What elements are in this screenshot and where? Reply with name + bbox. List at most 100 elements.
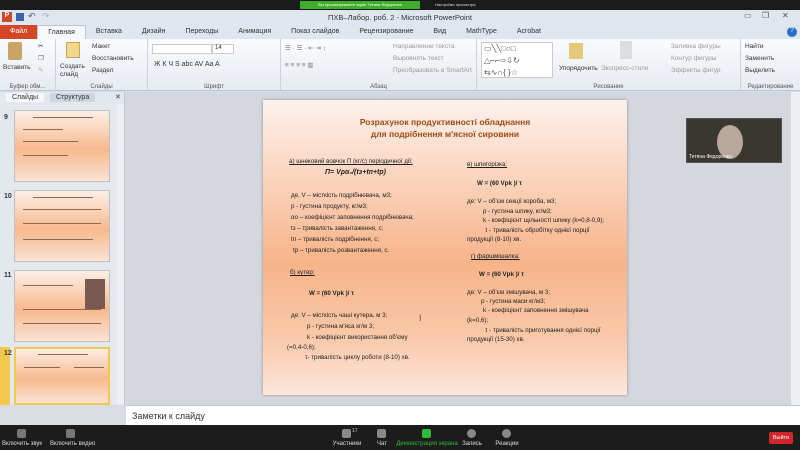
slide-thumbnail[interactable] xyxy=(14,270,110,342)
record-icon[interactable] xyxy=(467,429,476,438)
text-line: tр – тривалість розвантаження, с. xyxy=(293,247,390,254)
text-line: k - коефіцієнт використання об'єму xyxy=(307,334,408,341)
align-text-button[interactable]: Выровнять текст xyxy=(393,55,444,62)
text-line: tп – тривалість подрібнення, с; xyxy=(291,236,380,243)
editor-scrollbar[interactable] xyxy=(791,92,800,405)
tab-animations[interactable]: Анимация xyxy=(228,25,281,39)
tab-file[interactable]: Файл xyxy=(0,25,38,39)
drawing-label: Рисование xyxy=(593,84,624,90)
text-direction-button[interactable]: Направление текста xyxy=(393,43,455,50)
slide-canvas[interactable]: Розрахунок продуктивності обладнання для… xyxy=(263,100,627,395)
clipboard-group: Вставить ✂ ❐ ✎ Буфер обм... xyxy=(0,39,56,91)
slide-title-line: для подрібнення м'ясної сировини xyxy=(370,129,520,139)
text-line: p - густина м'яса кг/м 3; xyxy=(307,323,375,330)
text-line: τ- тривалість циклу роботи (8-10) хв. xyxy=(305,354,410,361)
tab-acrobat[interactable]: Acrobat xyxy=(507,25,551,39)
layout-button[interactable]: Макет xyxy=(92,43,110,50)
slide-thumbnail-selected[interactable] xyxy=(14,347,110,405)
copy-icon[interactable]: ❐ xyxy=(38,54,44,62)
tab-transitions[interactable]: Переходы xyxy=(175,25,228,39)
tab-slideshow[interactable]: Показ слайдов xyxy=(281,25,349,39)
font-format-buttons[interactable]: Ж К Ч S abc AV Aa A xyxy=(154,61,220,68)
share-banner: Вы просматриваете экран Тетяна Федоренко xyxy=(300,1,420,9)
arrange-button[interactable]: Упорядочить xyxy=(559,65,598,72)
shape-outline-button[interactable]: Контур фигуры xyxy=(671,55,716,62)
slides-panel: Слайды Структура ✕ 9 10 11 12 xyxy=(0,92,125,405)
tab-mathtype[interactable]: MathType xyxy=(456,25,507,39)
text-line: k - коефіцієнт заповнення змішувача xyxy=(483,307,589,314)
tab-review[interactable]: Рецензирование xyxy=(349,25,423,39)
participant-video-tile[interactable]: Тетяна Федоренко xyxy=(686,118,782,163)
participant-name: Тетяна Федоренко xyxy=(689,154,732,160)
quick-styles-icon[interactable] xyxy=(620,41,632,59)
font-size-input[interactable]: 14 xyxy=(212,44,234,54)
section-a-formula: П= Vρα₀/(tз+tп+tр) xyxy=(325,169,386,176)
shape-fill-button[interactable]: Заливка фигуры xyxy=(671,43,721,50)
cut-icon[interactable]: ✂ xyxy=(38,42,43,50)
text-line: (=0,4-0,6); xyxy=(287,344,316,351)
list-buttons[interactable]: ☰ · ☰ · ⇤ ⇥ ↕ xyxy=(285,44,326,52)
restore-button[interactable]: ❐ xyxy=(762,11,769,20)
tab-outline[interactable]: Структура xyxy=(50,93,96,102)
microphone-muted-icon[interactable] xyxy=(17,429,26,438)
select-button[interactable]: Выделить xyxy=(745,67,775,74)
reactions-button[interactable]: Реакции xyxy=(482,440,532,448)
ribbon: Вставить ✂ ❐ ✎ Буфер обм... Создать слай… xyxy=(0,39,800,91)
text-line: p - густина маси кг/м3; xyxy=(481,298,546,305)
tab-slides[interactable]: Слайды xyxy=(6,93,45,102)
notes-placeholder: Заметки к слайду xyxy=(132,411,205,421)
thumbnail-number: 9 xyxy=(4,114,8,121)
participants-icon[interactable] xyxy=(342,429,351,438)
view-options-button[interactable]: Настройки просмотра xyxy=(435,1,476,9)
slide-thumbnail[interactable] xyxy=(14,110,110,182)
new-slide-button[interactable]: Создать слайд xyxy=(60,63,90,79)
slide-thumbnail[interactable] xyxy=(14,190,110,262)
paragraph-label: Абзац xyxy=(370,84,387,90)
slide-title-line: Розрахунок продуктивності обладнання xyxy=(359,117,531,127)
unmute-button[interactable]: Включить звук xyxy=(2,440,48,448)
video-off-icon[interactable] xyxy=(66,429,75,438)
arrange-icon[interactable] xyxy=(569,43,583,59)
new-slide-icon[interactable] xyxy=(66,42,80,58)
help-icon[interactable]: ? xyxy=(787,27,797,37)
tab-design[interactable]: Дизайн xyxy=(132,25,176,39)
section-c-heading: в) шпигорізка: xyxy=(467,161,508,168)
zoom-toolbar: Включить звук Включить видео 17 Участник… xyxy=(0,425,800,450)
tab-home[interactable]: Главная xyxy=(37,25,86,39)
text-line: де, V – місткість подрібнювача, м3; xyxy=(291,192,392,199)
find-button[interactable]: Найти xyxy=(745,43,764,50)
share-screen-icon[interactable] xyxy=(422,429,431,438)
start-video-button[interactable]: Включить видео xyxy=(50,440,102,448)
section-button[interactable]: Раздел xyxy=(92,67,113,74)
replace-button[interactable]: Заменить xyxy=(745,55,774,62)
shapes-gallery[interactable]: ▭╲╲□○□ △⌐⌐⇨⇩↻ ⇆∿∩{ }☆ xyxy=(481,42,553,78)
slides-group: Создать слайд Макет Восстановить Раздел … xyxy=(56,39,148,91)
leave-button[interactable]: Выйти xyxy=(769,432,793,444)
text-line: tз – тривалість завантаження, с; xyxy=(291,225,384,232)
tab-view[interactable]: Вид xyxy=(423,25,456,39)
reset-button[interactable]: Восстановить xyxy=(92,55,134,62)
shape-effects-button[interactable]: Эффекты фигур xyxy=(671,67,721,74)
ribbon-tabs: Файл Главная Вставка Дизайн Переходы Ани… xyxy=(0,25,800,39)
paste-icon[interactable] xyxy=(8,42,22,60)
thumbnail-number: 11 xyxy=(4,272,12,279)
format-painter-icon[interactable]: ✎ xyxy=(38,66,43,74)
text-line: продукції (8-10) хв. xyxy=(467,236,522,243)
text-line: продукції (15-30) хв. xyxy=(467,336,525,343)
section-b-formula: W = (60 Vpk )/ τ xyxy=(309,290,354,297)
notes-pane[interactable]: Заметки к слайду xyxy=(126,405,800,425)
chat-icon[interactable] xyxy=(377,429,386,438)
close-panel-icon[interactable]: ✕ xyxy=(115,93,121,101)
quick-styles-button[interactable]: Экспресс-стили xyxy=(601,65,649,72)
close-button[interactable]: ✕ xyxy=(782,11,789,20)
section-c-formula: W = (60 Vpk )/ τ xyxy=(477,180,522,187)
smartart-button[interactable]: Преобразовать в SmartArt xyxy=(393,67,472,74)
paste-button[interactable]: Вставить xyxy=(3,64,31,71)
align-buttons[interactable]: ≡ ≡ ≡ ≡ ▥ xyxy=(285,61,314,69)
panel-scrollbar[interactable] xyxy=(117,104,124,404)
minimize-button[interactable]: ▭ xyxy=(744,11,752,20)
tab-insert[interactable]: Вставка xyxy=(86,25,132,39)
font-name-input[interactable] xyxy=(152,44,212,54)
paragraph-group: ☰ · ☰ · ⇤ ⇥ ↕ ≡ ≡ ≡ ≡ ▥ Направление текс… xyxy=(281,39,477,91)
reactions-icon[interactable] xyxy=(502,429,511,438)
